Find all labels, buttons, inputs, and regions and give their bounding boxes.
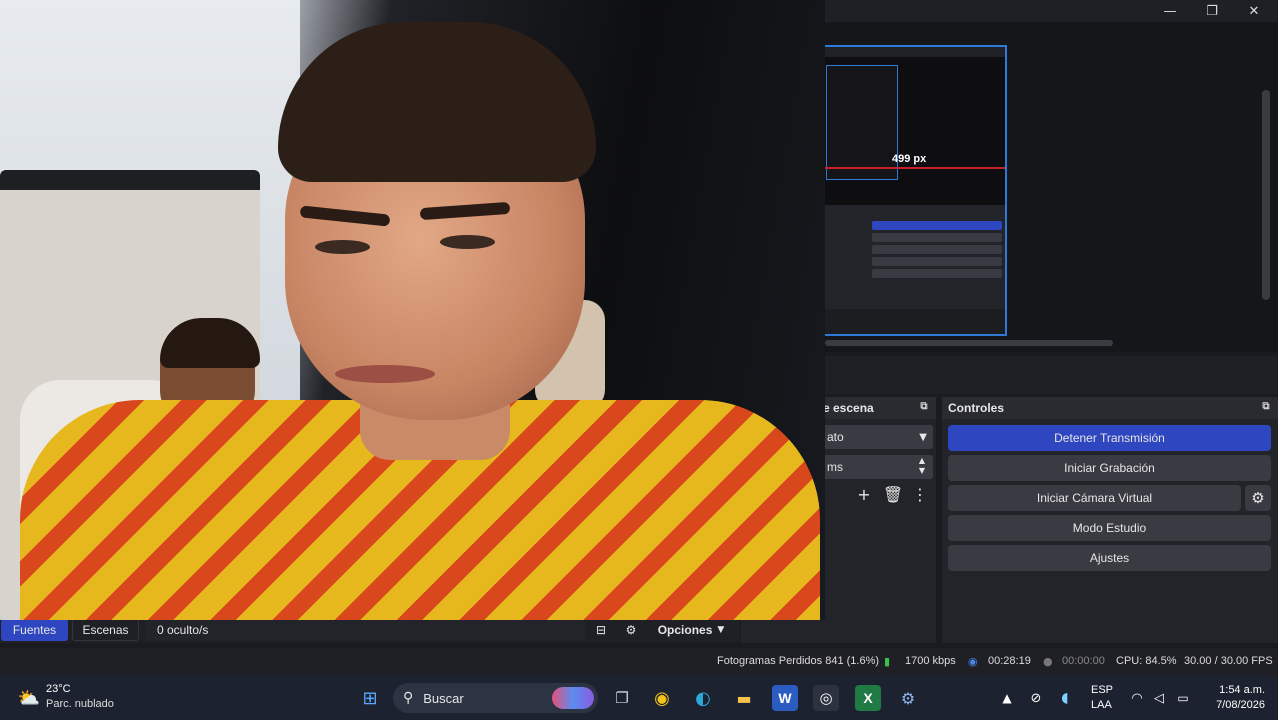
tab-sources[interactable]: Fuentes <box>1 619 68 641</box>
obs-icon[interactable]: ◎ <box>813 685 839 711</box>
fps-readout: 30.00 / 30.00 FPS <box>1184 655 1273 667</box>
more-options-icon[interactable]: ⋮ <box>909 483 931 505</box>
broadcast-icon: ◉ <box>968 655 978 668</box>
start-recording-button[interactable]: Iniciar Grabación <box>948 455 1271 481</box>
edge-icon[interactable]: ◐ <box>690 685 716 711</box>
sync-off-icon[interactable]: ⊘ <box>1023 685 1049 711</box>
controls-title: Controles <box>948 401 1005 415</box>
nested-record-button <box>872 233 1002 242</box>
stop-stream-button[interactable]: Detener Transmisión <box>948 425 1271 451</box>
windows-start-icon[interactable]: ⊞ <box>357 685 383 711</box>
controls-header: Controles ⧉ <box>942 397 1278 419</box>
close-button[interactable]: ✕ <box>1232 0 1276 22</box>
webcam-eye <box>315 240 370 254</box>
battery-icon[interactable]: ▭ <box>1170 685 1196 711</box>
preview-horizontal-scrollbar[interactable] <box>825 340 1113 346</box>
nested-vcam-button <box>872 245 1002 254</box>
taskbar-search-input[interactable]: ⚲ Buscar <box>393 683 598 713</box>
preview-canvas[interactable]: 499 px <box>822 45 1007 336</box>
signal-bars-icon: ▮ <box>884 655 891 668</box>
duration-value: ms <box>827 460 843 474</box>
word-icon[interactable]: W <box>772 685 798 711</box>
nested-status-bar <box>824 309 1005 334</box>
nested-stop-button <box>872 221 1002 230</box>
start-virtual-camera-button[interactable]: Iniciar Cámara Virtual <box>948 485 1241 511</box>
nested-measure-label: 499 px <box>892 153 927 165</box>
controls-panel: Controles ⧉ Detener Transmisión Iniciar … <box>942 397 1278 643</box>
spin-arrows-icon[interactable]: ▲ ▼ <box>919 456 925 476</box>
record-time: 00:00:00 <box>1062 655 1105 667</box>
weather-cloud-icon[interactable]: ⛅ <box>16 685 42 711</box>
windows-taskbar: ⛅ 23°C Parc. nublado ⊞ ❐ ◉ ◐ ▬ W ◎ X ⚙ ▲… <box>0 676 1278 720</box>
language-code[interactable]: ESP <box>1091 684 1113 696</box>
dropped-frames: Fotogramas Perdidos 841 (1.6%) <box>717 655 880 667</box>
gear-icon[interactable]: ⚙ <box>1245 485 1271 511</box>
chevron-up-icon[interactable]: ▲ <box>994 685 1020 711</box>
chrome-icon[interactable]: ◉ <box>649 685 675 711</box>
undock-icon[interactable]: ⧉ <box>1260 401 1272 413</box>
settings-button[interactable]: Ajustes <box>948 545 1271 571</box>
chevron-down-icon: ▼ <box>717 625 725 635</box>
speaker-muted-icon[interactable]: ◁ <box>1146 685 1172 711</box>
studio-mode-button[interactable]: Modo Estudio <box>948 515 1271 541</box>
nested-controls-panel <box>824 205 1005 309</box>
excel-icon[interactable]: X <box>855 685 881 711</box>
trash-icon[interactable]: 🗑 <box>882 483 904 505</box>
desktop-screen: — ❐ ✕ 499 px e escena ⧉ ato ▼ ms ▲ ▼ + 🗑… <box>0 0 1278 720</box>
bitrate: 1700 kbps <box>905 655 956 667</box>
undock-icon[interactable]: ⧉ <box>918 401 930 413</box>
transition-select-value: ato <box>827 430 844 444</box>
nested-preview <box>826 65 898 180</box>
cpu-usage: CPU: 84.5% <box>1116 655 1177 667</box>
options-label: Opciones <box>657 623 713 637</box>
stream-time: 00:28:19 <box>988 655 1031 667</box>
search-highlight-icon <box>552 687 594 709</box>
duration-spinbox[interactable]: ms ▲ ▼ <box>823 455 933 479</box>
file-explorer-icon[interactable]: ▬ <box>731 685 757 711</box>
webcam-eye <box>440 235 495 249</box>
clock-time[interactable]: 1:54 a.m. <box>1205 684 1265 696</box>
webcam-overlay-window <box>0 0 825 620</box>
search-placeholder: Buscar <box>423 690 464 706</box>
maximize-button[interactable]: ❐ <box>1190 0 1234 22</box>
minimize-button[interactable]: — <box>1148 0 1192 22</box>
webcam-mouth <box>335 365 435 383</box>
webcam-hair <box>278 22 596 182</box>
keyboard-layout[interactable]: LAA <box>1091 699 1112 711</box>
status-bar: Fotogramas Perdidos 841 (1.6%) ▮ 1700 kb… <box>0 648 1278 676</box>
weather-temp[interactable]: 23°C <box>46 683 71 695</box>
scene-transitions-title: e escena <box>823 401 874 415</box>
filter-icon[interactable]: ⊟ <box>590 619 612 641</box>
nested-obs-titlebar <box>824 47 1005 57</box>
microphone-icon[interactable]: ◖ <box>1052 685 1078 711</box>
nested-studio-button <box>872 257 1002 266</box>
nested-settings-button <box>872 269 1002 278</box>
task-view-icon[interactable]: ❐ <box>609 685 635 711</box>
tab-scenes[interactable]: Escenas <box>72 619 139 641</box>
steam-icon[interactable]: ⚙ <box>895 685 921 711</box>
dock-separator <box>825 356 1278 394</box>
transition-select[interactable]: ato ▼ <box>823 425 933 449</box>
record-dot-icon: ● <box>1043 655 1053 668</box>
preview-vertical-scrollbar[interactable] <box>1262 90 1270 300</box>
weather-desc[interactable]: Parc. nublado <box>46 698 114 710</box>
options-button[interactable]: Opciones ▼ <box>648 619 734 641</box>
search-icon: ⚲ <box>403 690 414 706</box>
hidden-sources-count: 0 oculto/s <box>145 619 585 641</box>
dock-tabs-row: Fuentes Escenas 0 oculto/s ⊟ ⚙ Opciones … <box>0 619 740 643</box>
clock-date[interactable]: 7/08/2026 <box>1205 699 1265 711</box>
add-transition-icon[interactable]: + <box>853 483 875 505</box>
properties-icon[interactable]: ⚙ <box>620 619 642 641</box>
chevron-down-icon: ▼ <box>919 431 927 443</box>
nested-guide-line <box>824 167 1005 169</box>
